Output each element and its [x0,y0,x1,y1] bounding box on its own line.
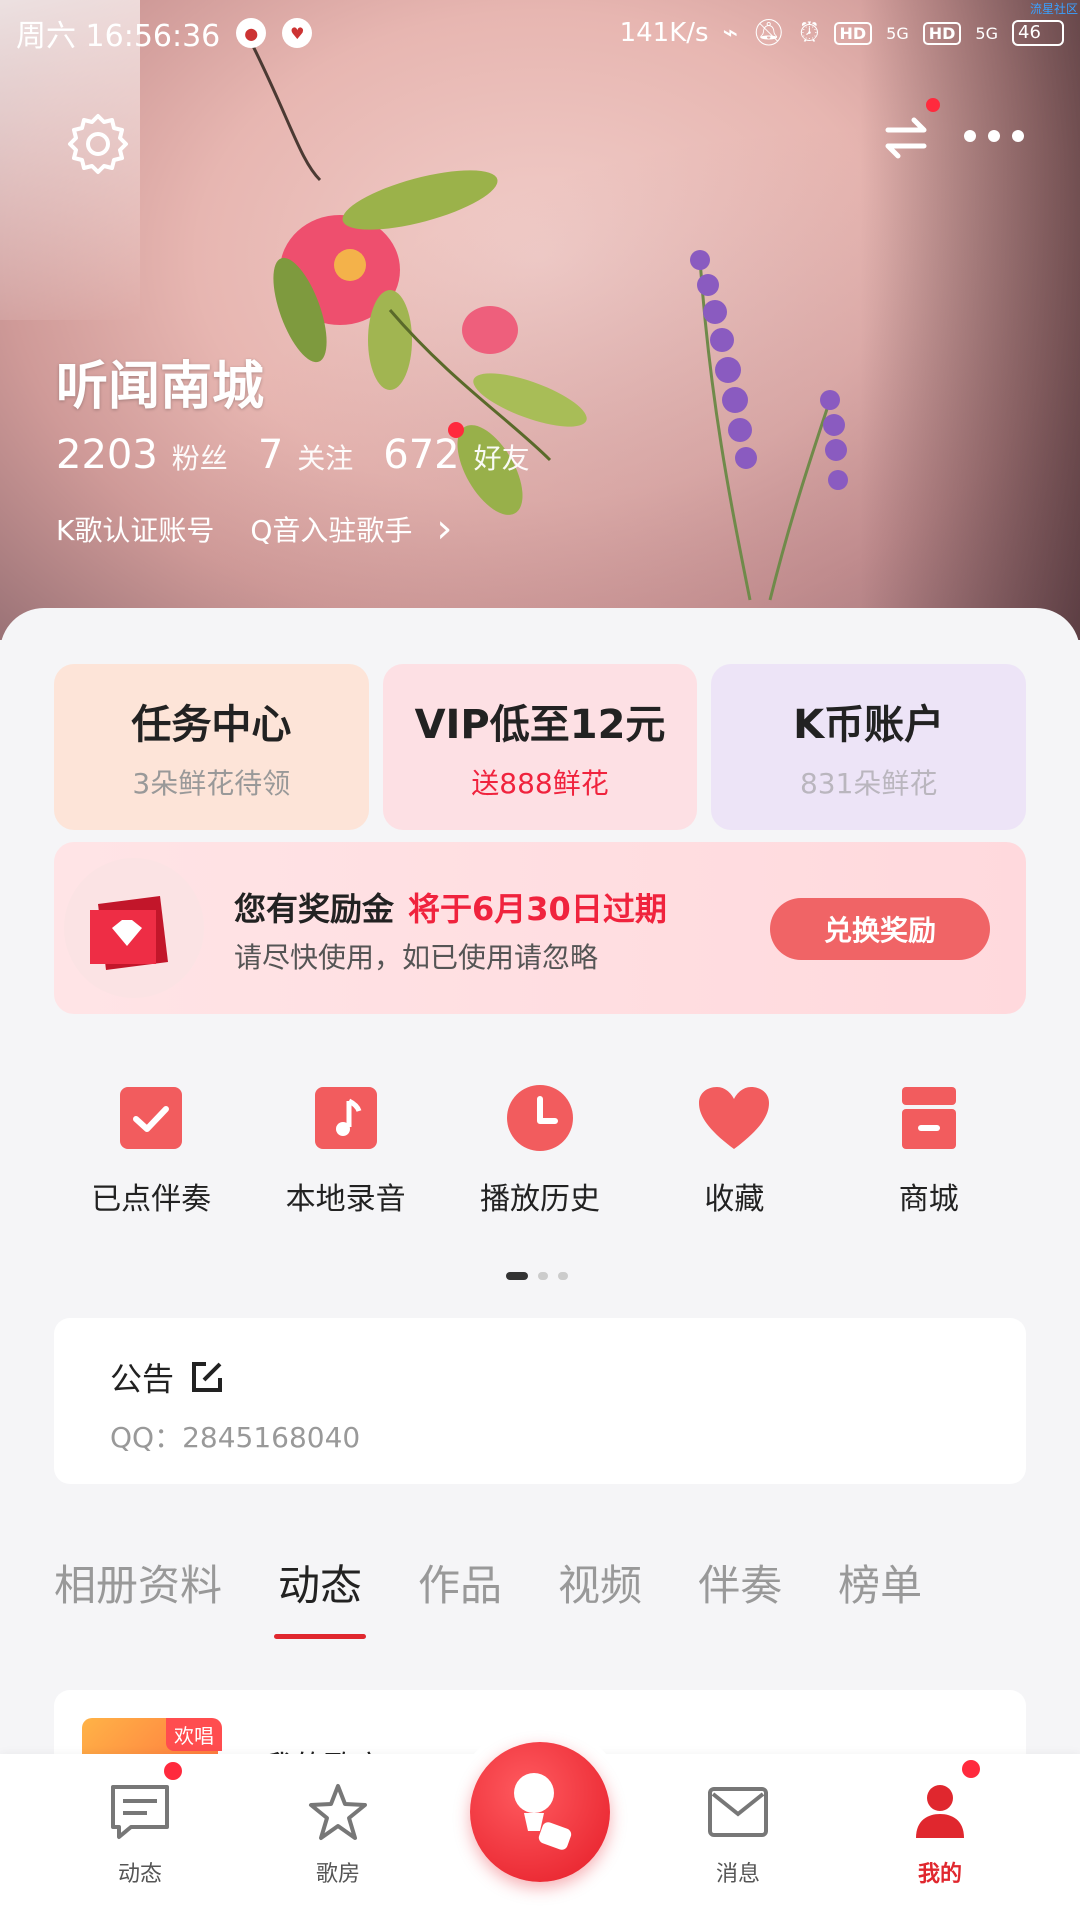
nav-song-room[interactable]: 歌房 [278,1780,398,1888]
music-note-icon [308,1080,384,1156]
card-title: VIP低至12元 [414,702,666,748]
k-song-cert-label: K歌认证账号 [56,514,215,547]
announcement-label: 公告 [110,1360,175,1398]
chevron-right-icon: › [436,506,453,552]
tab-videos[interactable]: 视频 [558,1552,642,1613]
quick-action-label: 商城 [898,1182,959,1217]
quick-action-label: 本地录音 [285,1182,406,1217]
card-title: 任务中心 [131,702,292,748]
battery-level: 46 [1018,22,1041,43]
fans-label[interactable]: 粉丝 [172,437,228,477]
banner-title: 您有奖励金 将于6月30日过期 [234,884,667,930]
feature-cards: 任务中心 3朵鲜花待领 VIP低至12元 送888鲜花 K币账户 831朵鲜花 [54,664,1027,830]
notification-dot [448,422,464,438]
q-music-singer-label: Q音入驻歌手 [250,514,413,547]
microphone-icon [514,1773,572,1850]
tab-album[interactable]: 相册资料 [54,1552,222,1613]
nav-me[interactable]: 我的 [880,1780,1000,1888]
profile-name: 听闻南城 [56,357,265,417]
card-subtitle: 送888鲜花 [471,767,609,800]
follow-label[interactable]: 关注 [297,437,353,477]
announcement-title: 公告 [110,1354,224,1400]
quick-action-label: 已点伴奏 [91,1182,212,1217]
mute-icon: 🔕︎ [752,18,786,48]
heart-icon [696,1080,772,1156]
battery-icon: 46 [1012,20,1064,46]
banner-expiry: 将于6月30日过期 [408,890,667,928]
card-subtitle: 3朵鲜花待领 [132,767,291,800]
notification-dot [926,98,940,112]
quick-action-local-recording[interactable]: 本地录音 [248,1080,442,1218]
quick-action-accompaniment[interactable]: 已点伴奏 [54,1080,248,1218]
follow-count[interactable]: 7 [258,432,283,478]
shop-icon [891,1080,967,1156]
hd-badge: HD [922,21,962,45]
tab-charts[interactable]: 榜单 [838,1552,922,1613]
tab-accompaniment[interactable]: 伴奏 [698,1552,782,1613]
card-title: K币账户 [793,702,945,748]
notification-dot [164,1762,182,1780]
announcement-text: QQ：2845168040 [110,1421,361,1454]
notification-dot [962,1760,980,1778]
qq-icon: ● [236,18,267,48]
quick-action-shop[interactable]: 商城 [832,1080,1026,1218]
signal-5g: 5G [886,23,909,43]
announcement-card[interactable]: 公告 QQ：2845168040 [54,1318,1026,1484]
reward-banner[interactable]: 您有奖励金 将于6月30日过期 请尽快使用，如已使用请忽略 兑换奖励 [54,842,1026,1014]
quick-action-favorites[interactable]: 收藏 [637,1080,831,1218]
quick-action-label: 收藏 [704,1182,765,1217]
more-options-icon[interactable] [964,130,1024,144]
settings-gear-icon[interactable] [66,112,130,176]
star-icon [306,1780,370,1844]
profile-tabs: 相册资料 动态 作品 视频 伴奏 榜单 [54,1552,978,1639]
nav-label: 歌房 [315,1862,360,1887]
redeem-reward-button[interactable]: 兑换奖励 [770,898,990,960]
k-coin-account-card[interactable]: K币账户 831朵鲜花 [711,664,1027,830]
quick-action-label: 播放历史 [479,1182,600,1217]
quick-action-play-history[interactable]: 播放历史 [443,1080,637,1218]
voucher-icon [64,858,204,998]
friends-count[interactable]: 672 [383,432,459,478]
nav-label: 我的 [917,1862,962,1887]
network-speed: 141K/s [619,18,709,48]
nav-moments[interactable]: 动态 [80,1780,200,1888]
fans-count[interactable]: 2203 [56,432,158,478]
card-subtitle: 831朵鲜花 [799,767,938,800]
record-button[interactable] [470,1742,610,1882]
profile-stats: 2203 粉丝 7 关注 672 好友 [56,432,560,478]
edit-icon[interactable] [190,1360,224,1394]
status-bar: 周六 16:56:36 ● ♥ 141K/s ⌁ 🔕︎ ⏰︎ HD 5G HD … [0,0,1080,66]
app-notification-icon: ♥ [282,18,313,48]
tab-moments[interactable]: 动态 [274,1552,367,1639]
page-indicator [506,1272,568,1280]
page-dot [538,1272,548,1280]
status-time: 周六 16:56:36 [16,19,221,54]
feed-badge: 欢唱 [166,1718,222,1751]
alarm-icon: ⏰︎ [799,17,820,48]
signal-5g: 5G [975,23,998,43]
checkbox-icon [113,1080,189,1156]
task-center-card[interactable]: 任务中心 3朵鲜花待领 [54,664,369,830]
friends-label[interactable]: 好友 [474,437,530,477]
clock-icon [502,1080,578,1156]
mail-icon [706,1780,770,1844]
watermark: 流星社区 [1029,2,1078,16]
vip-card[interactable]: VIP低至12元 送888鲜花 [382,664,698,830]
message-square-icon [108,1780,172,1844]
nav-messages[interactable]: 消息 [678,1780,798,1888]
link-icon: ⌁ [722,18,739,48]
nav-label: 消息 [715,1862,760,1887]
user-icon [908,1780,972,1844]
switch-account-icon[interactable] [880,112,932,164]
page-dot [558,1272,568,1280]
tab-works[interactable]: 作品 [418,1552,502,1613]
nav-label: 动态 [117,1862,162,1887]
banner-title-text: 您有奖励金 [234,890,395,928]
hd-badge: HD [833,21,873,45]
certification-row[interactable]: K歌认证账号 Q音入驻歌手 › [56,506,452,552]
quick-actions: 已点伴奏 本地录音 播放历史 收藏 商城 [54,1080,1026,1218]
page-dot-active [506,1272,528,1280]
banner-subtitle: 请尽快使用，如已使用请忽略 [234,941,599,974]
